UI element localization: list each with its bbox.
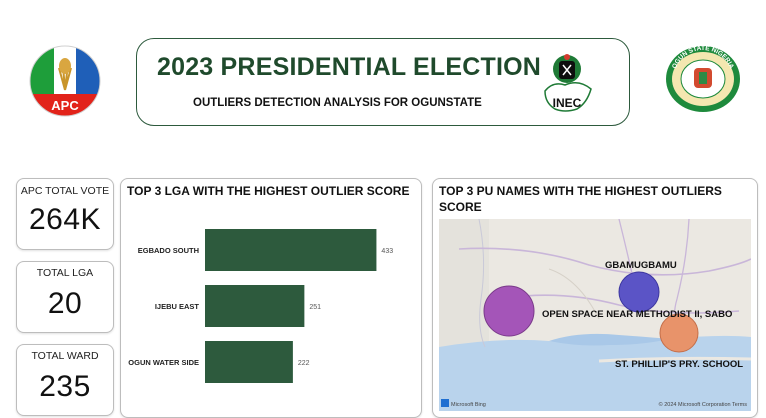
apc-logo: APC — [29, 45, 101, 117]
apc-logo-text: APC — [51, 98, 79, 113]
bar-category-label: EGBADO SOUTH — [138, 246, 199, 255]
header-card: 2023 PRESIDENTIAL ELECTION OUTLIERS DETE… — [136, 38, 630, 126]
map-label-st-phillips: ST. PHILLIP'S PRY. SCHOOL — [615, 359, 743, 370]
inec-logo: INEC — [544, 54, 592, 112]
bar-value-label: 433 — [381, 248, 393, 255]
kpi-label: TOTAL WARD — [31, 350, 99, 362]
kpi-label: TOTAL LGA — [36, 267, 94, 279]
map-marker-gbamugbamu[interactable] — [618, 271, 660, 313]
bar-category-label: OGUN WATER SIDE — [128, 358, 199, 367]
map-marker-open-space-near-methodist[interactable] — [483, 285, 535, 337]
map-attribution-left: Microsoft Bing — [451, 402, 486, 408]
pu-map[interactable]: GBAMUGBAMU OPEN SPACE NEAR METHODIST II,… — [439, 219, 751, 411]
ogun-state-logo: OGUN STATE NIGERIA — [666, 45, 740, 112]
bar-egbado-south[interactable] — [205, 229, 377, 271]
kpi-value: 20 — [47, 287, 83, 320]
lga-outlier-panel: TOP 3 LGA WITH THE HIGHEST OUTLIER SCORE… — [120, 178, 422, 418]
kpi-card-total-ward: TOTAL WARD 235 — [16, 344, 114, 416]
page-title: 2023 PRESIDENTIAL ELECTION — [157, 53, 541, 81]
kpi-card-total-lga: TOTAL LGA 20 — [16, 261, 114, 333]
kpi-value: 264K — [28, 203, 102, 236]
kpi-value: 235 — [39, 370, 91, 403]
bar-ijebu-east[interactable] — [205, 285, 305, 327]
bar-category-label: IJEBU EAST — [155, 302, 200, 311]
bing-logo-icon — [441, 399, 449, 407]
page-subtitle: OUTLIERS DETECTION ANALYSIS FOR OGUNSTAT… — [193, 97, 482, 109]
bar-value-label: 222 — [298, 360, 310, 367]
map-label-open-space: OPEN SPACE NEAR METHODIST II, SABO — [542, 309, 732, 320]
pu-outlier-panel: TOP 3 PU NAMES WITH THE HIGHEST OUTLIERS… — [432, 178, 758, 418]
bar-value-label: 251 — [309, 304, 321, 311]
lga-bar-chart: EGBADO SOUTH 433 IJEBU EAST 251 OGUN WATER S… — [128, 229, 393, 383]
kpi-label: APC TOTAL VOTE — [20, 185, 110, 197]
pu-map-title: TOP 3 PU NAMES WITH THE HIGHEST OUTLIERS… — [439, 184, 722, 214]
bar-ogun-water-side[interactable] — [205, 341, 293, 383]
kpi-card-apc-total-vote: APC TOTAL VOTE 264K — [16, 178, 114, 250]
inec-logo-text: INEC — [553, 96, 582, 110]
map-attribution-right[interactable]: © 2024 Microsoft Corporation Terms — [659, 401, 748, 408]
map-label-gbamugbamu: GBAMUGBAMU — [605, 260, 677, 271]
